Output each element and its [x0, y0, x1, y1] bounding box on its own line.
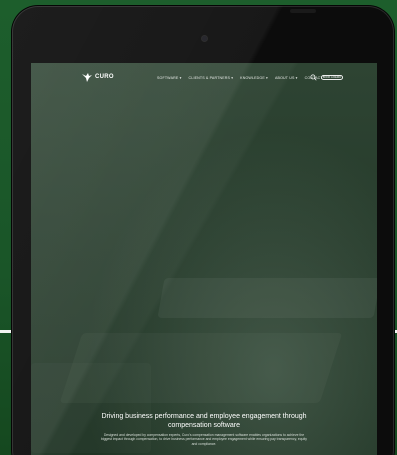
- page-background: CURO SOFTWARE ▾ CLIENTS & PARTNERS ▾ KNO…: [0, 0, 397, 455]
- bird-logo-icon: [82, 73, 92, 82]
- main-nav: SOFTWARE ▾ CLIENTS & PARTNERS ▾ KNOWLEDG…: [157, 76, 323, 80]
- nav-item-software[interactable]: SOFTWARE ▾: [157, 76, 182, 80]
- camera-icon: [202, 36, 207, 41]
- tablet-screen: CURO SOFTWARE ▾ CLIENTS & PARTNERS ▾ KNO…: [31, 63, 377, 455]
- book-demo-button[interactable]: BOOK A DEMO: [321, 74, 343, 80]
- site-header: CURO SOFTWARE ▾ CLIENTS & PARTNERS ▾ KNO…: [31, 63, 377, 97]
- hero-subtitle: Designed and developed by compensation e…: [101, 433, 307, 446]
- tablet-device: CURO SOFTWARE ▾ CLIENTS & PARTNERS ▾ KNO…: [12, 6, 394, 455]
- background-photo-laptop: [157, 278, 377, 318]
- nav-item-knowledge[interactable]: KNOWLEDGE ▾: [240, 76, 268, 80]
- background-stripe-left: [0, 330, 12, 333]
- hero-title: Driving business performance and employe…: [101, 413, 307, 429]
- tablet-power-button: [290, 9, 316, 13]
- hero-section: Driving business performance and employe…: [31, 413, 377, 446]
- site-logo[interactable]: CURO: [81, 71, 114, 83]
- nav-item-about-us[interactable]: ABOUT US ▾: [275, 76, 298, 80]
- search-icon[interactable]: [310, 74, 317, 81]
- logo-text: CURO: [95, 74, 114, 80]
- nav-item-clients-partners[interactable]: CLIENTS & PARTNERS ▾: [189, 76, 234, 80]
